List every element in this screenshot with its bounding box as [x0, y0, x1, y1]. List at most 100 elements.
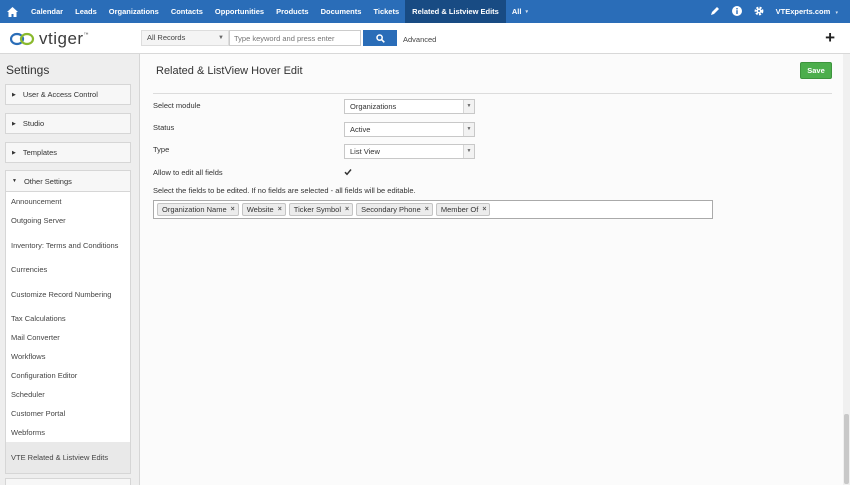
- sidebar-item-vte-related-listview-edits[interactable]: VTE Related & Listview Edits: [6, 442, 130, 473]
- sidebar-item-webforms[interactable]: Webforms: [6, 423, 130, 442]
- sidebar-item-announcement[interactable]: Announcement: [6, 192, 130, 211]
- status-select-value: Active: [350, 125, 371, 134]
- sidebar-item-customer-portal[interactable]: Customer Portal: [6, 404, 130, 423]
- nav-leads[interactable]: Leads: [69, 0, 103, 23]
- close-icon[interactable]: ×: [345, 206, 349, 213]
- sidebar-title: Settings: [6, 63, 50, 77]
- save-button[interactable]: Save: [800, 62, 832, 79]
- fields-hint: Select the fields to be edited. If no fi…: [153, 186, 416, 195]
- logo-text: vtiger: [39, 29, 84, 48]
- close-icon[interactable]: ×: [231, 206, 235, 213]
- section-label: Studio: [22, 119, 45, 128]
- search-button[interactable]: [363, 30, 397, 46]
- status-select[interactable]: Active ▼: [344, 122, 475, 137]
- module-select[interactable]: Organizations ▼: [344, 99, 475, 114]
- field-tag-label: Member Of: [440, 205, 479, 214]
- allow-edit-all-checkbox[interactable]: [344, 168, 352, 178]
- section-label: User & Access Control: [22, 90, 98, 99]
- nav-contacts[interactable]: Contacts: [165, 0, 209, 23]
- chevron-down-icon: ▼: [218, 35, 224, 41]
- nav-all-label: All: [511, 7, 522, 16]
- nav-related-listview-edits[interactable]: Related & Listview Edits: [405, 0, 506, 23]
- divider: [153, 93, 832, 94]
- section-label: Other Settings: [23, 176, 72, 186]
- field-tag[interactable]: Secondary Phone ×: [356, 203, 433, 216]
- nav-all-menu[interactable]: All ▾: [506, 0, 534, 23]
- chevron-down-icon: ▾: [835, 10, 838, 16]
- info-icon[interactable]: [731, 5, 742, 18]
- sidebar-item-currencies[interactable]: Currencies: [6, 260, 130, 279]
- scrollbar-thumb[interactable]: [844, 414, 849, 484]
- vtiger-logo[interactable]: vtiger ™: [10, 29, 89, 49]
- triangle-right-icon: ▶: [12, 120, 16, 127]
- triangle-right-icon: ▶: [12, 149, 16, 156]
- header-bar: vtiger ™ All Records ▼ Advanced +: [0, 23, 850, 54]
- allow-edit-all-label: Allow to edit all fields: [153, 168, 223, 177]
- chevron-down-icon: ▼: [463, 100, 474, 113]
- top-navigation: Calendar Leads Organizations Contacts Op…: [0, 0, 850, 23]
- user-name: VTExperts.com: [775, 7, 831, 16]
- sidebar-item-tax-calculations[interactable]: Tax Calculations: [6, 309, 130, 328]
- status-label: Status: [153, 123, 175, 132]
- nav-organizations[interactable]: Organizations: [103, 0, 165, 23]
- field-tag-label: Organization Name: [162, 205, 227, 214]
- sidebar-next-section[interactable]: [5, 478, 131, 485]
- field-tag-label: Secondary Phone: [361, 205, 421, 214]
- plus-icon[interactable]: +: [825, 29, 835, 46]
- sidebar-item-mail-converter[interactable]: Mail Converter: [6, 328, 130, 347]
- main-content: Related & ListView Hover Edit Save Selec…: [141, 54, 850, 485]
- sidebar-item-scheduler[interactable]: Scheduler: [6, 385, 130, 404]
- close-icon[interactable]: ×: [278, 206, 282, 213]
- records-filter-value: All Records: [147, 33, 186, 42]
- type-select[interactable]: List View ▼: [344, 144, 475, 159]
- user-menu[interactable]: VTExperts.com ▾: [776, 7, 838, 16]
- sidebar-section-templates[interactable]: ▶ Templates: [5, 142, 131, 163]
- select-module-label: Select module: [153, 101, 201, 110]
- sidebar-item-workflows[interactable]: Workflows: [6, 347, 130, 366]
- nav-documents[interactable]: Documents: [315, 0, 368, 23]
- field-tag[interactable]: Website ×: [241, 203, 286, 216]
- close-icon[interactable]: ×: [425, 206, 429, 213]
- gear-icon[interactable]: [754, 6, 764, 18]
- sidebar-section-user-access[interactable]: ▶ User & Access Control: [5, 84, 131, 105]
- search-input[interactable]: [229, 30, 361, 46]
- fields-multiselect[interactable]: Organization Name × Website × Ticker Sym…: [153, 200, 713, 219]
- type-select-value: List View: [350, 147, 380, 156]
- triangle-right-icon: ▶: [12, 91, 16, 98]
- nav-calendar[interactable]: Calendar: [25, 0, 69, 23]
- type-label: Type: [153, 145, 170, 154]
- field-tag[interactable]: Ticker Symbol ×: [288, 203, 354, 216]
- logo-trademark: ™: [83, 32, 89, 38]
- field-tag-label: Website: [246, 205, 274, 214]
- field-tag-label: Ticker Symbol: [293, 205, 342, 214]
- checkmark-icon: [344, 169, 352, 176]
- chevron-down-icon: ▾: [525, 8, 528, 15]
- search-icon: [375, 33, 385, 43]
- sidebar-item-inventory-terms[interactable]: Inventory: Terms and Conditions: [6, 230, 130, 260]
- sidebar-item-outgoing-server[interactable]: Outgoing Server: [6, 211, 130, 230]
- section-label: Templates: [22, 148, 58, 157]
- sidebar-item-configuration-editor[interactable]: Configuration Editor: [6, 366, 130, 385]
- nav-right-tools: VTExperts.com ▾: [710, 0, 838, 23]
- sidebar-section-other-settings[interactable]: ▼ Other Settings: [5, 170, 131, 192]
- page-title: Related & ListView Hover Edit: [156, 65, 303, 77]
- field-tag[interactable]: Member Of ×: [435, 203, 491, 216]
- pencil-icon[interactable]: [710, 6, 720, 18]
- other-settings-list: Announcement Outgoing Server Inventory: …: [5, 192, 131, 474]
- advanced-search-link[interactable]: Advanced: [403, 35, 436, 44]
- sidebar-section-studio[interactable]: ▶ Studio: [5, 113, 131, 134]
- records-filter-select[interactable]: All Records ▼: [141, 30, 229, 46]
- home-icon[interactable]: [0, 0, 25, 23]
- nav-opportunities[interactable]: Opportunities: [209, 0, 270, 23]
- nav-products[interactable]: Products: [270, 0, 315, 23]
- sidebar-item-customize-record-numbering[interactable]: Customize Record Numbering: [6, 279, 130, 309]
- triangle-down-icon: ▼: [12, 178, 17, 184]
- chevron-down-icon: ▼: [463, 145, 474, 158]
- module-select-value: Organizations: [350, 102, 397, 111]
- chevron-down-icon: ▼: [463, 123, 474, 136]
- nav-tickets[interactable]: Tickets: [367, 0, 405, 23]
- close-icon[interactable]: ×: [482, 206, 486, 213]
- logo-swirl-icon: [10, 32, 35, 46]
- page-scrollbar[interactable]: [843, 54, 850, 485]
- field-tag[interactable]: Organization Name ×: [157, 203, 239, 216]
